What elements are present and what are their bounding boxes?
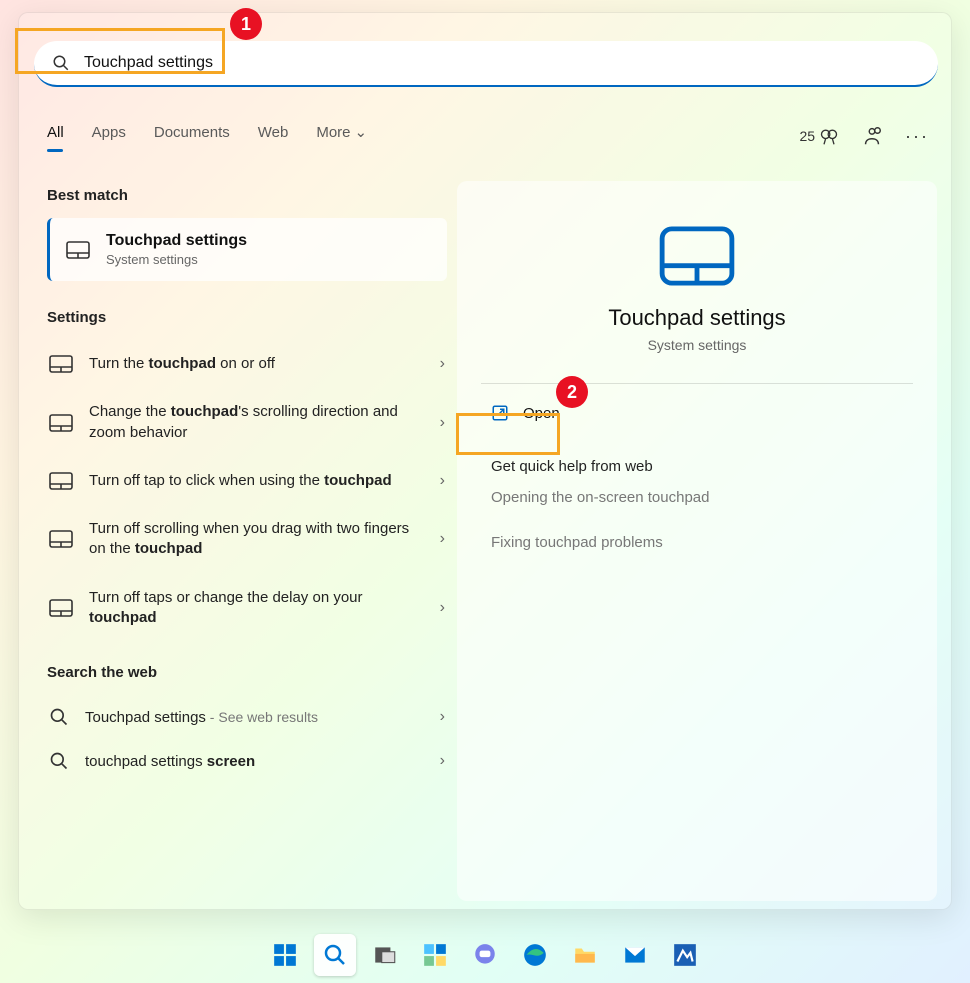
windows-icon bbox=[272, 942, 298, 968]
rewards-counter[interactable]: 25 bbox=[799, 126, 839, 146]
search-web-heading: Search the web bbox=[47, 664, 447, 681]
chevron-down-icon: ⌄ bbox=[355, 123, 368, 141]
widgets-icon bbox=[422, 942, 448, 968]
setting-item[interactable]: Change the touchpad's scrolling directio… bbox=[47, 388, 447, 457]
search-taskbar-button[interactable] bbox=[314, 934, 356, 976]
best-match-heading: Best match bbox=[47, 187, 447, 204]
more-options-button[interactable]: ··· bbox=[905, 126, 929, 147]
chat-icon bbox=[472, 942, 498, 968]
search-icon bbox=[52, 54, 70, 72]
tab-all[interactable]: All bbox=[47, 124, 64, 149]
chevron-right-icon: › bbox=[440, 708, 445, 726]
web-result[interactable]: Touchpad settings - See web results › bbox=[47, 695, 447, 739]
touchpad-icon bbox=[49, 599, 73, 617]
chevron-right-icon: › bbox=[440, 414, 445, 432]
setting-label: Turn off taps or change the delay on you… bbox=[89, 588, 424, 629]
annotation-badge-2: 2 bbox=[556, 376, 588, 408]
divider bbox=[481, 383, 913, 384]
setting-item[interactable]: Turn off taps or change the delay on you… bbox=[47, 574, 447, 643]
rewards-points: 25 bbox=[799, 128, 815, 144]
best-match-title: Touchpad settings bbox=[106, 232, 247, 250]
best-match-result[interactable]: Touchpad settings System settings bbox=[47, 218, 447, 281]
search-bar[interactable] bbox=[34, 41, 938, 87]
details-subtitle: System settings bbox=[481, 337, 913, 353]
file-explorer-button[interactable] bbox=[564, 934, 606, 976]
tab-more[interactable]: More⌄ bbox=[316, 123, 367, 149]
filter-tabs: All Apps Documents Web More⌄ bbox=[47, 123, 367, 149]
touchpad-icon bbox=[49, 414, 73, 432]
task-view-button[interactable] bbox=[364, 934, 406, 976]
app-icon bbox=[672, 942, 698, 968]
active-tab-indicator bbox=[47, 149, 63, 152]
task-view-icon bbox=[372, 942, 398, 968]
chevron-right-icon: › bbox=[440, 472, 445, 490]
chat-button[interactable] bbox=[464, 934, 506, 976]
top-right-controls: 25 ··· bbox=[799, 125, 929, 147]
account-icon[interactable] bbox=[861, 125, 883, 147]
setting-label: Turn the touchpad on or off bbox=[89, 354, 424, 374]
edge-button[interactable] bbox=[514, 934, 556, 976]
chevron-right-icon: › bbox=[440, 355, 445, 373]
open-label: Open bbox=[523, 405, 560, 422]
open-external-icon bbox=[491, 404, 509, 422]
settings-heading: Settings bbox=[47, 309, 447, 326]
search-icon bbox=[323, 943, 347, 967]
touchpad-large-icon bbox=[658, 225, 736, 287]
best-match-subtitle: System settings bbox=[106, 252, 247, 267]
tab-apps[interactable]: Apps bbox=[92, 124, 126, 149]
search-panel: All Apps Documents Web More⌄ 25 ··· Best… bbox=[18, 12, 952, 910]
mail-button[interactable] bbox=[614, 934, 656, 976]
details-panel: Touchpad settings System settings Open G… bbox=[457, 181, 937, 901]
details-title: Touchpad settings bbox=[481, 305, 913, 331]
mail-icon bbox=[622, 942, 648, 968]
setting-item[interactable]: Turn off scrolling when you drag with tw… bbox=[47, 505, 447, 574]
chevron-right-icon: › bbox=[440, 530, 445, 548]
touchpad-icon bbox=[49, 530, 73, 548]
search-icon bbox=[49, 751, 69, 771]
widgets-button[interactable] bbox=[414, 934, 456, 976]
setting-label: Change the touchpad's scrolling directio… bbox=[89, 402, 424, 443]
touchpad-icon bbox=[66, 241, 90, 259]
setting-label: Turn off tap to click when using the tou… bbox=[89, 471, 424, 491]
setting-label: Turn off scrolling when you drag with tw… bbox=[89, 519, 424, 560]
setting-item[interactable]: Turn the touchpad on or off › bbox=[47, 340, 447, 388]
touchpad-icon bbox=[49, 472, 73, 490]
taskbar bbox=[0, 927, 970, 983]
tab-documents[interactable]: Documents bbox=[154, 124, 230, 149]
app-button[interactable] bbox=[664, 934, 706, 976]
chevron-right-icon: › bbox=[440, 599, 445, 617]
chevron-right-icon: › bbox=[440, 752, 445, 770]
web-result[interactable]: touchpad settings screen › bbox=[47, 739, 447, 783]
edge-icon bbox=[522, 942, 548, 968]
tab-web[interactable]: Web bbox=[258, 124, 289, 149]
medal-icon bbox=[819, 126, 839, 146]
annotation-badge-1: 1 bbox=[230, 8, 262, 40]
start-button[interactable] bbox=[264, 934, 306, 976]
touchpad-icon bbox=[49, 355, 73, 373]
results-column: Best match Touchpad settings System sett… bbox=[47, 187, 447, 783]
web-result-label: Touchpad settings - See web results bbox=[85, 709, 424, 726]
open-button[interactable]: Open bbox=[481, 390, 913, 436]
folder-icon bbox=[572, 942, 598, 968]
search-icon bbox=[49, 707, 69, 727]
help-heading: Get quick help from web bbox=[481, 458, 913, 475]
web-result-label: touchpad settings screen bbox=[85, 753, 424, 770]
help-link[interactable]: Opening the on-screen touchpad bbox=[481, 475, 913, 520]
help-link[interactable]: Fixing touchpad problems bbox=[481, 520, 913, 565]
setting-item[interactable]: Turn off tap to click when using the tou… bbox=[47, 457, 447, 505]
search-input[interactable] bbox=[84, 54, 920, 72]
